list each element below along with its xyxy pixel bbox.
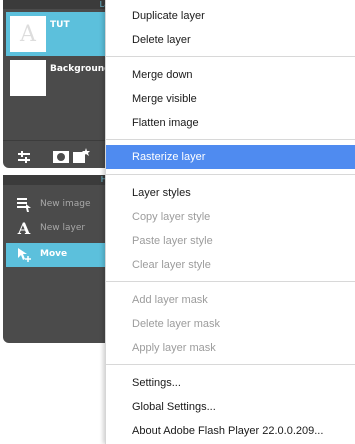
history-item-label: Move	[40, 249, 68, 259]
menu-item-global-settings[interactable]: Global Settings...	[106, 395, 355, 419]
history-item-new-layer[interactable]: A New layer	[6, 217, 110, 241]
menu-item-rasterize-layer[interactable]: Rasterize layer	[106, 145, 355, 169]
menu-item-settings[interactable]: Settings...	[106, 371, 355, 395]
new-layer-icon[interactable]	[73, 148, 91, 163]
layer-thumbnail	[10, 60, 46, 96]
layer-row-background[interactable]: Background	[6, 56, 111, 100]
layers-panel: La A TUT Background	[3, 0, 113, 168]
mask-icon[interactable]	[53, 151, 69, 163]
menu-item-paste-layer-style[interactable]: Paste layer style	[106, 229, 355, 253]
layer-name: TUT	[50, 20, 70, 30]
history-item-new-image[interactable]: New image	[6, 193, 110, 217]
layers-panel-title: La	[3, 0, 113, 9]
menu-item-add-layer-mask[interactable]: Add layer mask	[106, 288, 355, 312]
adjust-icon[interactable]	[17, 151, 31, 163]
menu-item-apply-layer-mask[interactable]: Apply layer mask	[106, 336, 355, 360]
menu-item-clear-layer-style[interactable]: Clear layer style	[106, 253, 355, 277]
menu-separator	[106, 364, 355, 365]
text-layer-icon: A	[17, 219, 31, 238]
context-menu: Duplicate layer Delete layer Merge down …	[105, 0, 355, 444]
history-panel-title: Hi	[3, 175, 113, 185]
app-stage: La A TUT Background	[0, 0, 355, 444]
menu-item-layer-styles[interactable]: Layer styles	[106, 181, 355, 205]
layer-name: Background	[50, 64, 111, 74]
history-panel: Hi New image A New layer Move	[3, 175, 113, 343]
layer-thumbnail: A	[10, 16, 46, 52]
history-item-move[interactable]: Move	[6, 243, 110, 267]
menu-item-merge-visible[interactable]: Merge visible	[106, 87, 355, 111]
history-item-label: New image	[40, 199, 91, 209]
menu-item-copy-layer-style[interactable]: Copy layer style	[106, 205, 355, 229]
move-icon	[18, 248, 31, 262]
menu-separator	[106, 139, 355, 140]
menu-item-delete-layer[interactable]: Delete layer	[106, 28, 355, 52]
text-layer-thumb-glyph: A	[20, 22, 36, 47]
menu-separator	[106, 281, 355, 282]
menu-item-delete-layer-mask[interactable]: Delete layer mask	[106, 312, 355, 336]
layers-toolbar	[3, 140, 113, 168]
menu-item-flatten-image[interactable]: Flatten image	[106, 111, 355, 135]
new-image-icon	[17, 198, 31, 212]
menu-separator	[106, 174, 355, 175]
menu-item-merge-down[interactable]: Merge down	[106, 63, 355, 87]
menu-item-about-flash-player[interactable]: About Adobe Flash Player 22.0.0.209...	[106, 419, 355, 443]
history-item-label: New layer	[40, 223, 86, 233]
layer-row-tut[interactable]: A TUT	[6, 12, 110, 56]
menu-separator	[106, 56, 355, 57]
menu-item-duplicate-layer[interactable]: Duplicate layer	[106, 4, 355, 28]
